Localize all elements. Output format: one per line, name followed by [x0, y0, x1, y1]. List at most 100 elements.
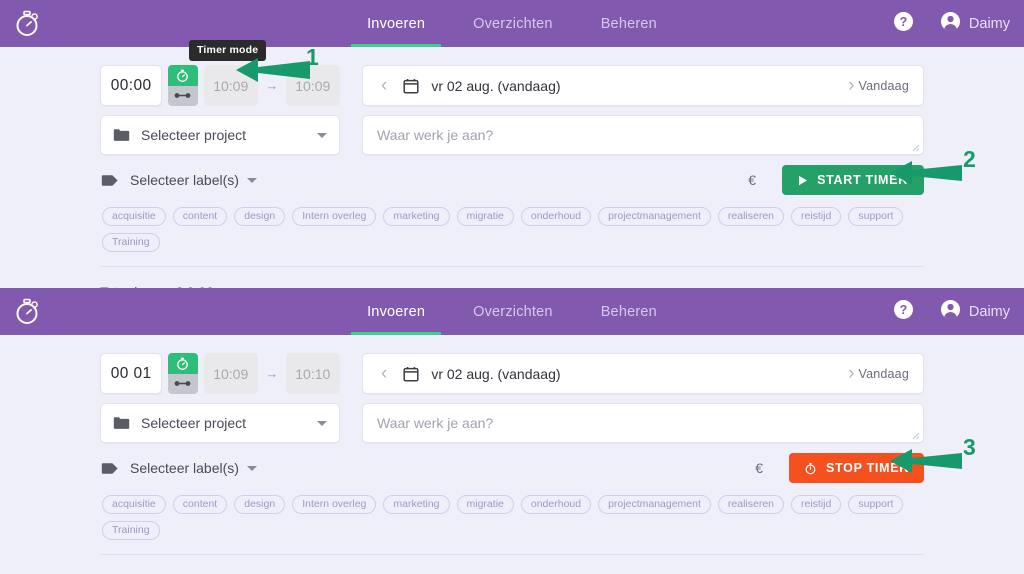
start-timer-button[interactable]: START TIMER — [782, 165, 924, 195]
label-selector[interactable]: Selecteer label(s) — [100, 460, 340, 476]
chevron-down-icon[interactable] — [317, 132, 327, 138]
label-chip[interactable]: migratie — [456, 207, 514, 226]
user-menu[interactable]: Daimy — [940, 299, 1010, 325]
label-chip[interactable]: support — [848, 495, 904, 514]
label-chip[interactable]: marketing — [383, 207, 450, 226]
timer-mode-toggle[interactable] — [168, 353, 198, 394]
timer-group: 00:00 10:09 → 10:09 — [100, 65, 340, 106]
project-selector[interactable]: Selecteer project — [100, 403, 340, 443]
main-nav: Invoeren Overzichten Beheren — [0, 288, 1024, 335]
label-chip[interactable]: projectmanagement — [598, 207, 711, 226]
entry-form-before: 00:00 10:09 → 10:09 ‹ vr 02 aug. (vandaa… — [0, 47, 1024, 300]
label-placeholder-label: Selecteer label(s) — [130, 460, 239, 476]
label-chip[interactable]: marketing — [383, 495, 450, 514]
description-input[interactable]: Waar werk je aan? — [362, 115, 924, 155]
manual-mode-option[interactable] — [168, 373, 198, 394]
date-column: ‹ vr 02 aug. (vandaag) › Vandaag — [362, 353, 924, 394]
timer-mode-toggle[interactable] — [168, 65, 198, 106]
elapsed-time-display[interactable]: 00:00 — [100, 65, 163, 106]
label-chip[interactable]: reistijd — [791, 207, 842, 226]
label-chip[interactable]: reistijd — [791, 495, 842, 514]
tag-icon — [101, 462, 119, 475]
today-button[interactable]: Vandaag — [858, 367, 909, 381]
nav-item-invoeren[interactable]: Invoeren — [351, 0, 442, 47]
start-timer-label: START TIMER — [817, 173, 908, 187]
label-chip[interactable]: realiseren — [717, 495, 785, 514]
chevron-down-icon[interactable] — [246, 465, 257, 471]
manual-mode-option[interactable] — [168, 85, 198, 106]
user-menu[interactable]: Daimy — [940, 11, 1010, 37]
project-column: Selecteer project — [100, 403, 340, 443]
stopwatch-icon — [177, 69, 189, 82]
chevron-left-icon[interactable]: ‹ — [377, 364, 391, 383]
user-name-label: Daimy — [968, 15, 1010, 32]
label-chip[interactable]: design — [234, 495, 286, 514]
chevron-down-icon[interactable] — [317, 420, 327, 426]
timer-mode-option[interactable] — [168, 65, 198, 86]
time-range-arrow-icon: → — [265, 366, 279, 381]
app-panel-after: Invoeren Overzichten Beheren ? Daimy 00 … — [0, 288, 1024, 574]
stopwatch-icon — [177, 357, 189, 370]
euro-icon[interactable]: € — [748, 172, 756, 188]
description-placeholder-label: Waar werk je aan? — [377, 415, 494, 431]
label-chip[interactable]: design — [234, 207, 286, 226]
start-time-input[interactable]: 10:09 — [203, 353, 258, 394]
chevron-left-icon[interactable]: ‹ — [377, 76, 391, 95]
label-chip[interactable]: Intern overleg — [292, 495, 377, 514]
calendar-icon[interactable] — [403, 78, 419, 94]
project-column: Selecteer project — [100, 115, 340, 155]
chevron-down-icon[interactable] — [246, 177, 257, 183]
label-chip[interactable]: acquisitie — [102, 207, 166, 226]
timer-mode-tooltip: Timer mode — [189, 40, 267, 61]
project-placeholder-label: Selecteer project — [141, 415, 247, 431]
today-button[interactable]: Vandaag — [858, 79, 909, 93]
chevron-right-icon[interactable]: › — [844, 364, 858, 383]
resize-grip-icon[interactable] — [912, 432, 920, 440]
account-circle-icon — [940, 299, 961, 325]
resize-grip-icon[interactable] — [912, 144, 920, 152]
label-chip[interactable]: Intern overleg — [292, 207, 377, 226]
timer-mode-option[interactable] — [168, 353, 198, 374]
question-circle-icon[interactable]: ? — [893, 299, 914, 325]
annotation-number-2: 2 — [963, 146, 976, 172]
nav-item-beheren[interactable]: Beheren — [599, 288, 659, 335]
nav-item-overzichten[interactable]: Overzichten — [471, 288, 555, 335]
total-row: Totaal € 0,00 — [100, 555, 924, 574]
project-selector[interactable]: Selecteer project — [100, 115, 340, 155]
timer-column: 00:00 10:09 → 10:09 — [100, 65, 340, 106]
nav-item-beheren[interactable]: Beheren — [599, 0, 659, 47]
elapsed-time-display[interactable]: 00 01 — [100, 353, 163, 394]
label-chip[interactable]: realiseren — [717, 207, 785, 226]
nav-item-invoeren[interactable]: Invoeren — [351, 288, 442, 335]
form-row-labels: Selecteer label(s) € STOP TIMER — [100, 443, 924, 483]
date-column: ‹ vr 02 aug. (vandaag) › Vandaag — [362, 65, 924, 106]
nav-item-overzichten[interactable]: Overzichten — [471, 0, 555, 47]
stop-timer-label: STOP TIMER — [826, 461, 909, 475]
label-chip[interactable]: migratie — [456, 495, 514, 514]
end-time-input[interactable]: 10:09 — [285, 65, 340, 106]
label-chip[interactable]: Training — [102, 521, 160, 540]
label-chip[interactable]: onderhoud — [520, 207, 592, 226]
calendar-icon[interactable] — [403, 366, 419, 382]
label-selector[interactable]: Selecteer label(s) — [100, 172, 340, 188]
label-chip[interactable]: acquisitie — [102, 495, 166, 514]
label-chip[interactable]: content — [172, 207, 228, 226]
screenshot-root: Invoeren Overzichten Beheren ? Daimy Tim… — [0, 0, 1024, 574]
label-chip[interactable]: content — [172, 495, 228, 514]
question-circle-icon[interactable]: ? — [893, 11, 914, 37]
label-chip[interactable]: projectmanagement — [598, 495, 711, 514]
chevron-right-icon[interactable]: › — [844, 76, 858, 95]
stop-timer-button[interactable]: STOP TIMER — [789, 453, 924, 483]
label-chip[interactable]: Training — [102, 233, 160, 252]
current-date-label[interactable]: vr 02 aug. (vandaag) — [431, 78, 844, 94]
folder-icon — [113, 416, 130, 430]
label-chip[interactable]: onderhoud — [520, 495, 592, 514]
annotation-number-3: 3 — [963, 434, 976, 460]
label-chip[interactable]: support — [848, 207, 904, 226]
start-time-input[interactable]: 10:09 — [203, 65, 258, 106]
current-date-label[interactable]: vr 02 aug. (vandaag) — [431, 366, 844, 382]
end-time-input[interactable]: 10:10 — [285, 353, 340, 394]
annotation-number-1: 1 — [306, 44, 319, 70]
description-input[interactable]: Waar werk je aan? — [362, 403, 924, 443]
euro-icon[interactable]: € — [755, 460, 763, 476]
